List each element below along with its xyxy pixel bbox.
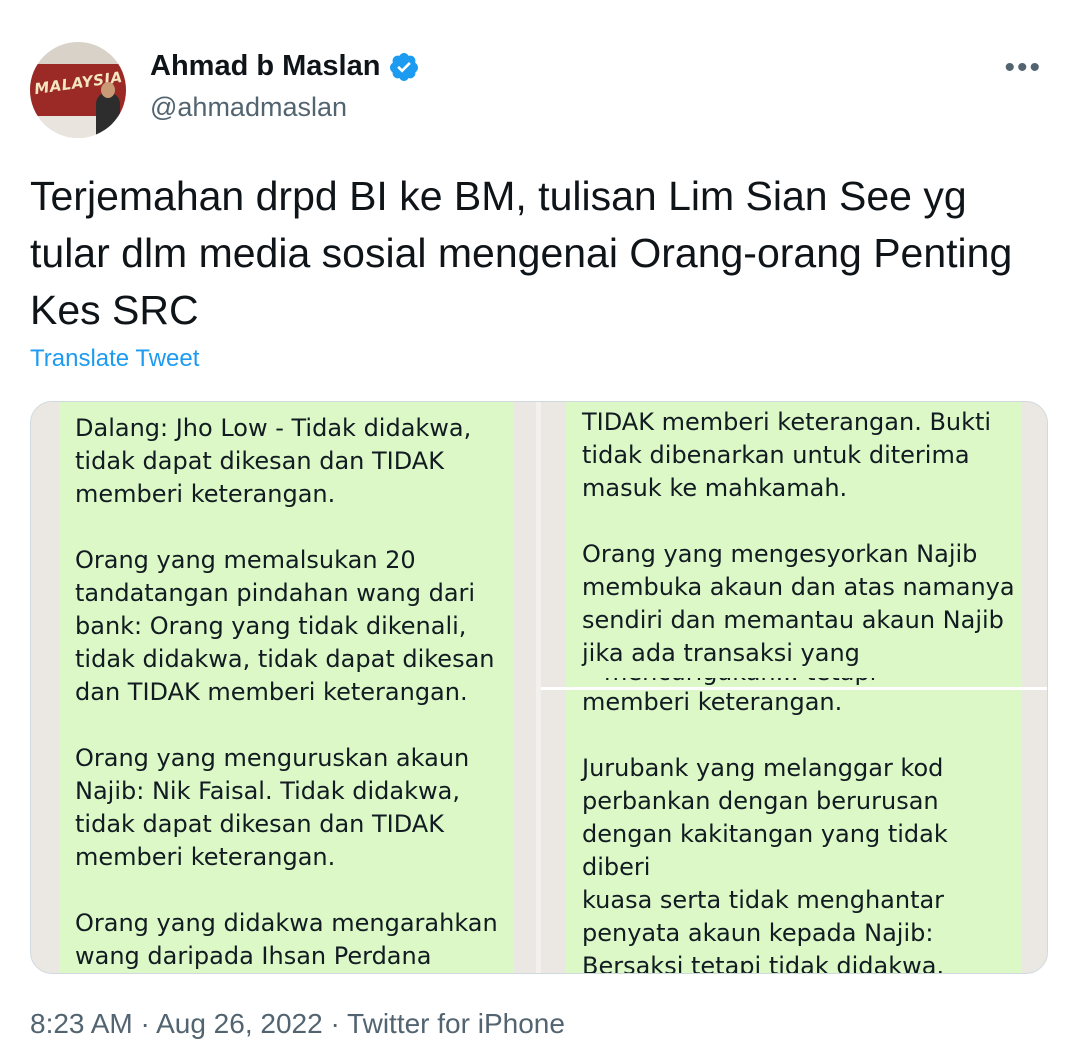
- author-name-row[interactable]: Ahmad b Maslan: [150, 50, 420, 83]
- tweet-text: Terjemahan drpd BI ke BM, tulisan Lim Si…: [30, 173, 1013, 333]
- chat-bubble-right-top: TIDAK memberi keterangan. Bukti tidak di…: [566, 402, 1022, 687]
- translate-tweet-link[interactable]: Translate Tweet: [30, 345, 199, 373]
- avatar-face: [101, 82, 115, 98]
- more-options-icon[interactable]: •••: [1004, 53, 1042, 83]
- author-handle[interactable]: @ahmadmaslan: [150, 92, 347, 123]
- verified-badge-icon: [390, 52, 419, 81]
- chat-bubble-left: Dalang: Jho Low - Tidak didakwa, tidak d…: [59, 402, 514, 973]
- chat-message-left: Dalang: Jho Low - Tidak didakwa, tidak d…: [75, 414, 498, 970]
- tweet-media-image[interactable]: Dalang: Jho Low - Tidak didakwa, tidak d…: [30, 401, 1048, 974]
- chat-bubble-right-bottom: memberi keterangan. Jurubank yang melang…: [566, 688, 1022, 973]
- media-pane-left: Dalang: Jho Low - Tidak didakwa, tidak d…: [31, 402, 536, 973]
- tweet-metadata[interactable]: 8:23 AM · Aug 26, 2022 · Twitter for iPh…: [30, 1008, 565, 1040]
- author-name[interactable]: Ahmad b Maslan: [150, 50, 380, 83]
- chat-message-right-top: TIDAK memberi keterangan. Bukti tidak di…: [582, 408, 1015, 667]
- media-divider-horizontal: [541, 687, 1047, 690]
- author-avatar[interactable]: MALAYSIA: [30, 42, 126, 138]
- chat-message-right-bottom: memberi keterangan. Jurubank yang melang…: [582, 688, 948, 973]
- avatar-person: [96, 92, 120, 138]
